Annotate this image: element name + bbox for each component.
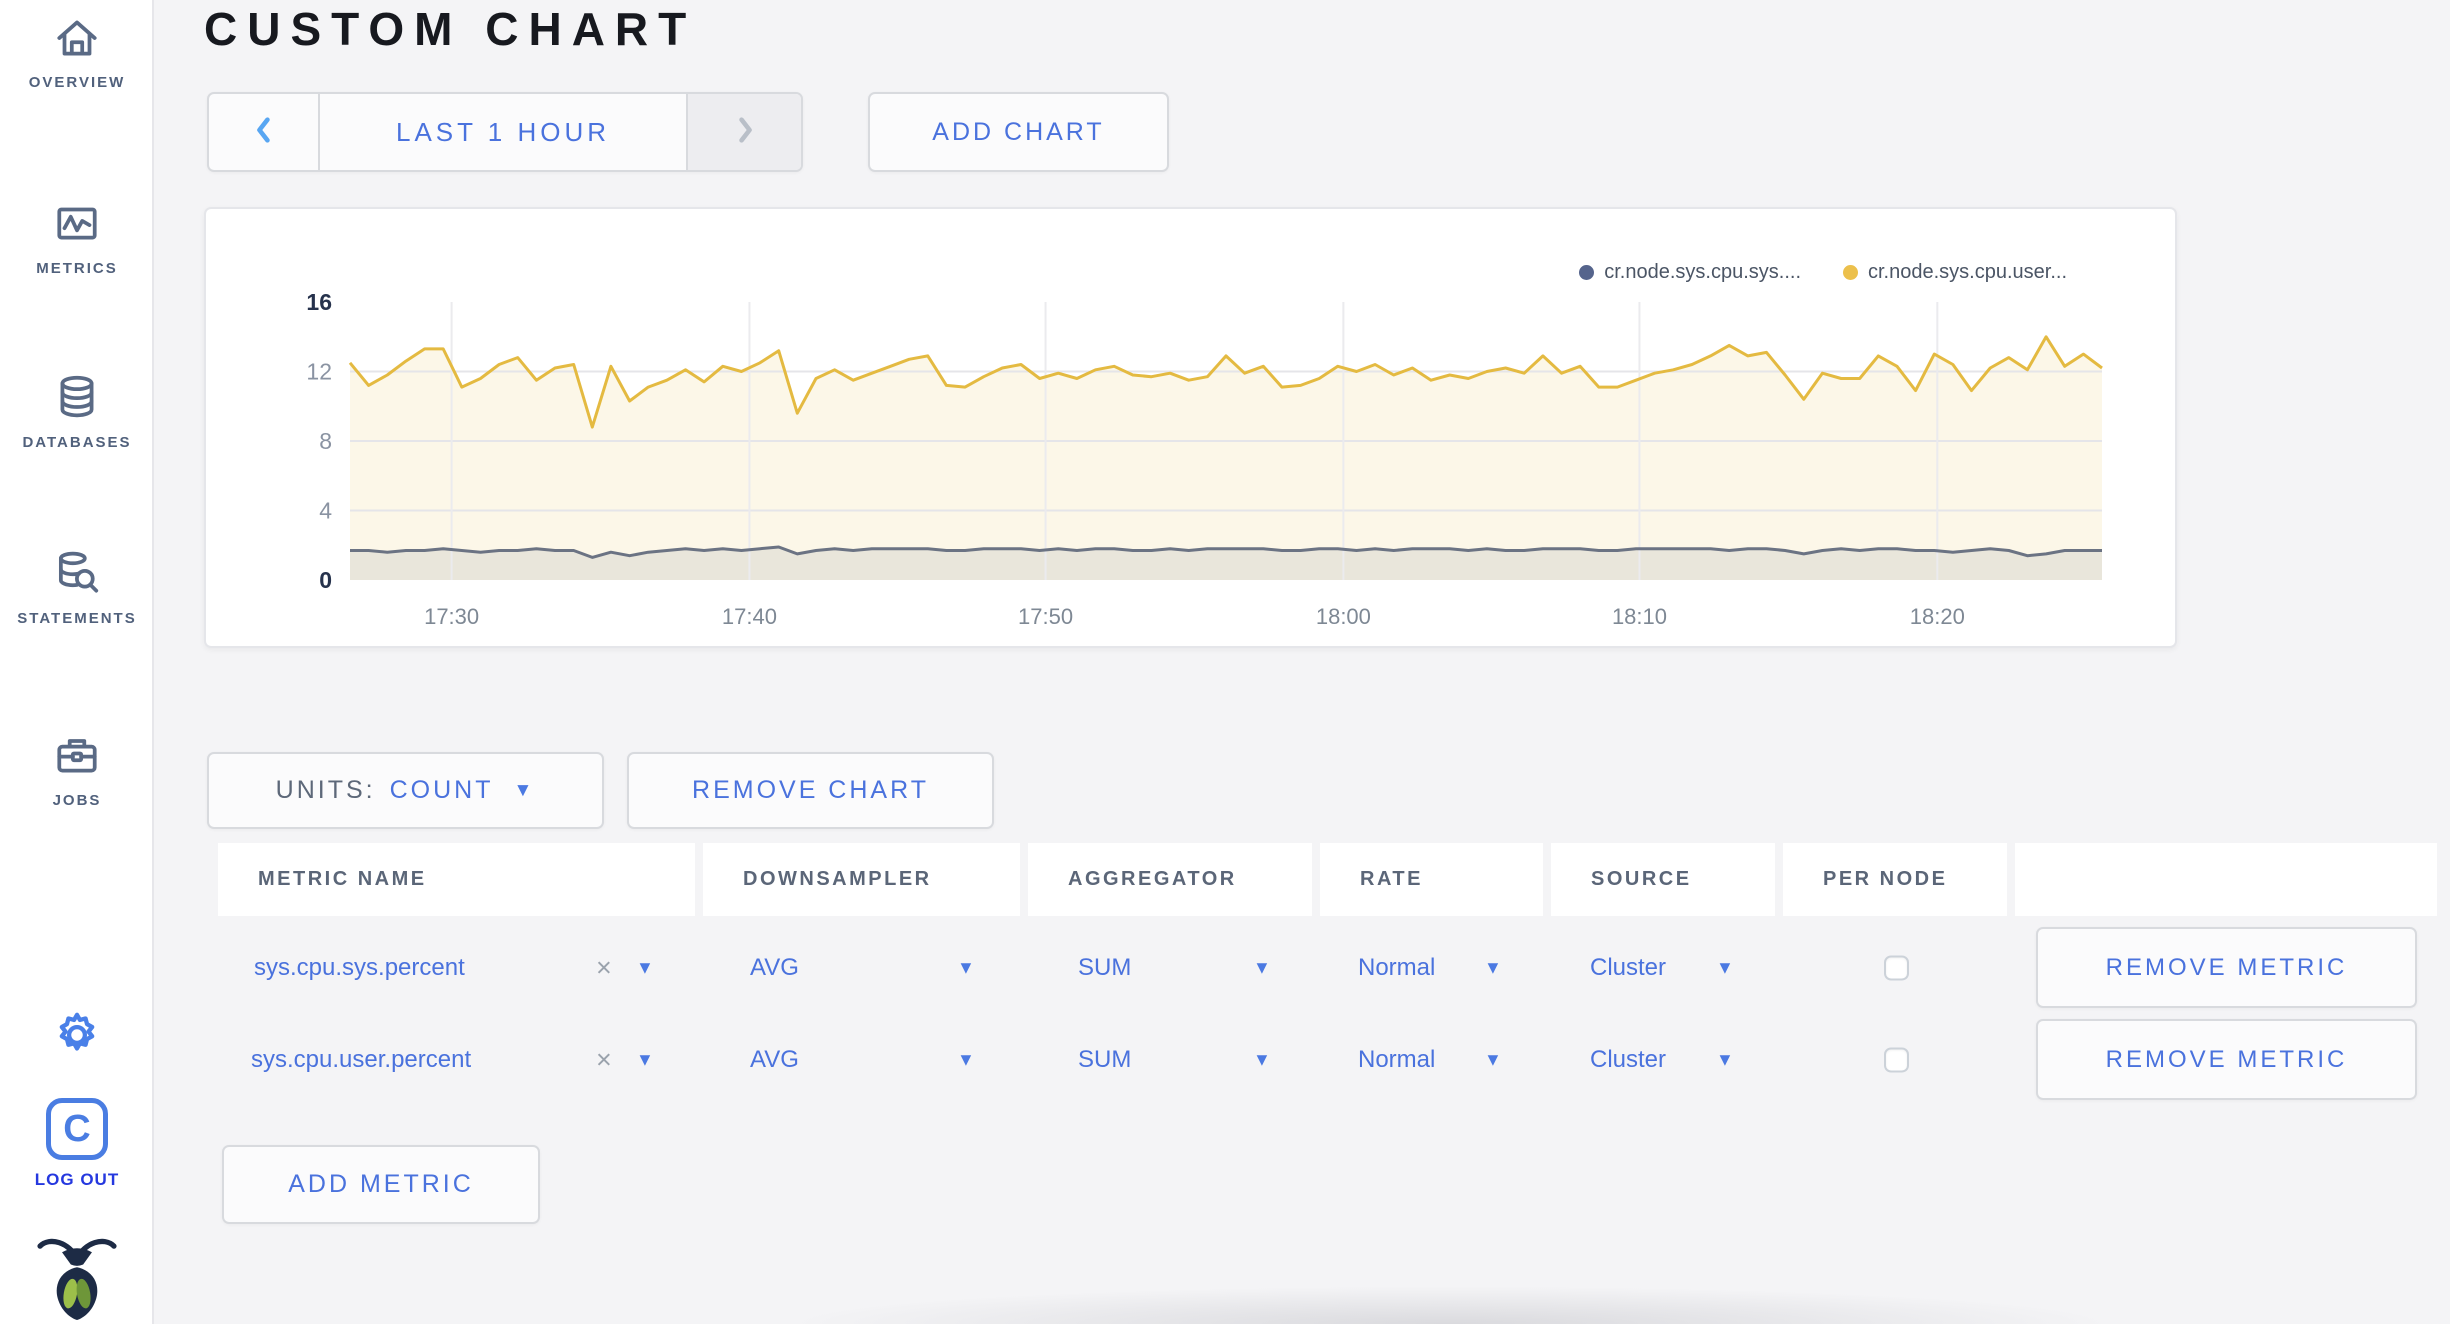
metric-name-dropdown[interactable]: sys.cpu.sys.percent: [254, 954, 465, 982]
chevron-down-icon[interactable]: ▼: [1253, 1050, 1271, 1071]
remove-metric-button[interactable]: REMOVE METRIC: [2036, 1019, 2417, 1100]
time-range-label[interactable]: LAST 1 HOUR: [320, 94, 686, 170]
chevron-down-icon[interactable]: ▼: [636, 958, 654, 979]
chevron-down-icon[interactable]: ▼: [1253, 958, 1271, 979]
col-header-metric-name: METRIC NAME: [218, 843, 695, 916]
svg-text:0: 0: [319, 567, 332, 593]
chevron-down-icon[interactable]: ▼: [957, 1050, 975, 1071]
home-icon: [0, 12, 154, 62]
statements-icon: [0, 548, 154, 598]
cockroach-c-icon: C: [0, 1098, 154, 1160]
units-dropdown[interactable]: UNITS: COUNT ▼: [207, 752, 604, 829]
legend-item-sys[interactable]: cr.node.sys.cpu.sys....: [1579, 261, 1801, 284]
chevron-left-icon: [251, 114, 277, 151]
legend-dot-sys: [1579, 265, 1595, 280]
svg-text:18:00: 18:00: [1316, 604, 1371, 629]
col-header-aggregator: AGGREGATOR: [1028, 843, 1312, 916]
chevron-down-icon: ▼: [513, 779, 536, 801]
col-header-source: SOURCE: [1551, 843, 1775, 916]
rate-select[interactable]: Normal: [1358, 954, 1435, 982]
svg-text:12: 12: [306, 359, 332, 385]
chevron-down-icon[interactable]: ▼: [1716, 958, 1734, 979]
sidebar-item-label: DATABASES: [22, 434, 132, 451]
svg-text:8: 8: [319, 428, 332, 454]
metric-name-dropdown[interactable]: sys.cpu.user.percent: [251, 1046, 471, 1074]
col-header-per-node: PER NODE: [1783, 843, 2007, 916]
source-select[interactable]: Cluster: [1590, 1046, 1666, 1074]
svg-text:17:40: 17:40: [722, 604, 777, 629]
time-prev-button[interactable]: [209, 94, 320, 170]
sidebar-item-jobs[interactable]: JOBS: [0, 730, 154, 809]
logout-label: LOG OUT: [34, 1170, 120, 1189]
svg-text:18:10: 18:10: [1612, 604, 1667, 629]
remove-metric-button[interactable]: REMOVE METRIC: [2036, 927, 2417, 1008]
clear-metric-icon[interactable]: ×: [596, 1045, 612, 1076]
time-window-selector: LAST 1 HOUR: [207, 92, 803, 172]
svg-text:4: 4: [319, 498, 332, 524]
bottom-shadow: [600, 1268, 2300, 1324]
legend-label: cr.node.sys.cpu.sys....: [1604, 261, 1801, 283]
sidebar-item-metrics[interactable]: METRICS: [0, 198, 154, 277]
source-select[interactable]: Cluster: [1590, 954, 1666, 982]
metrics-icon: [0, 198, 154, 248]
chevron-down-icon[interactable]: ▼: [1484, 958, 1502, 979]
sidebar-item-label: STATEMENTS: [17, 610, 137, 627]
clear-metric-icon[interactable]: ×: [596, 953, 612, 984]
chevron-right-icon: [732, 114, 758, 151]
chart-legend: cr.node.sys.cpu.sys.... cr.node.sys.cpu.…: [1579, 261, 2067, 284]
sidebar-item-overview[interactable]: OVERVIEW: [0, 12, 154, 91]
add-metric-button[interactable]: ADD METRIC: [222, 1145, 540, 1224]
per-node-checkbox[interactable]: [1884, 955, 1909, 981]
database-icon: [0, 372, 154, 422]
briefcase-icon: [0, 730, 154, 780]
per-node-checkbox[interactable]: [1884, 1047, 1909, 1073]
sidebar-item-logout[interactable]: C LOG OUT: [0, 1098, 154, 1190]
page-title: CUSTOM CHART: [204, 3, 697, 55]
table-row: sys.cpu.user.percent × ▼ AVG ▼ SUM ▼ Nor…: [0, 1014, 2450, 1106]
svg-text:17:50: 17:50: [1018, 604, 1073, 629]
custom-chart-page: OVERVIEW METRICS DATABASES STATEMENTS JO…: [0, 0, 2450, 1324]
chevron-down-icon[interactable]: ▼: [1484, 1050, 1502, 1071]
sidebar-item-statements[interactable]: STATEMENTS: [0, 548, 154, 627]
col-header-rate: RATE: [1320, 843, 1543, 916]
aggregator-select[interactable]: SUM: [1078, 1046, 1131, 1074]
remove-chart-button[interactable]: REMOVE CHART: [627, 752, 994, 829]
table-row: sys.cpu.sys.percent × ▼ AVG ▼ SUM ▼ Norm…: [0, 922, 2450, 1014]
sidebar-item-databases[interactable]: DATABASES: [0, 372, 154, 451]
sidebar-item-label: OVERVIEW: [28, 74, 126, 91]
legend-label: cr.node.sys.cpu.user...: [1868, 261, 2067, 283]
chevron-down-icon[interactable]: ▼: [957, 958, 975, 979]
chart-card: 0 4 8 12 16 17:30 17:40 17:50 18:00 18:10 18:20 cr…: [204, 207, 2177, 648]
sidebar-item-label: JOBS: [52, 792, 102, 809]
cockroach-bug-logo: [0, 1232, 154, 1320]
legend-dot-user: [1843, 265, 1858, 280]
downsampler-select[interactable]: AVG: [750, 954, 799, 982]
units-value: COUNT: [389, 776, 494, 804]
sidebar-item-label: METRICS: [36, 260, 118, 277]
col-header-downsampler: DOWNSAMPLER: [703, 843, 1020, 916]
time-next-button[interactable]: [686, 94, 801, 170]
aggregator-select[interactable]: SUM: [1078, 954, 1131, 982]
chevron-down-icon[interactable]: ▼: [636, 1050, 654, 1071]
add-chart-button[interactable]: ADD CHART: [868, 92, 1169, 172]
svg-text:17:30: 17:30: [424, 604, 479, 629]
downsampler-select[interactable]: AVG: [750, 1046, 799, 1074]
sidebar: OVERVIEW METRICS DATABASES STATEMENTS JO…: [0, 0, 154, 1324]
svg-text:16: 16: [306, 289, 332, 315]
col-header-actions: [2015, 843, 2437, 916]
chevron-down-icon[interactable]: ▼: [1716, 1050, 1734, 1071]
rate-select[interactable]: Normal: [1358, 1046, 1435, 1074]
svg-text:18:20: 18:20: [1910, 604, 1965, 629]
units-label: UNITS:: [275, 776, 376, 804]
legend-item-user[interactable]: cr.node.sys.cpu.user...: [1843, 261, 2067, 284]
